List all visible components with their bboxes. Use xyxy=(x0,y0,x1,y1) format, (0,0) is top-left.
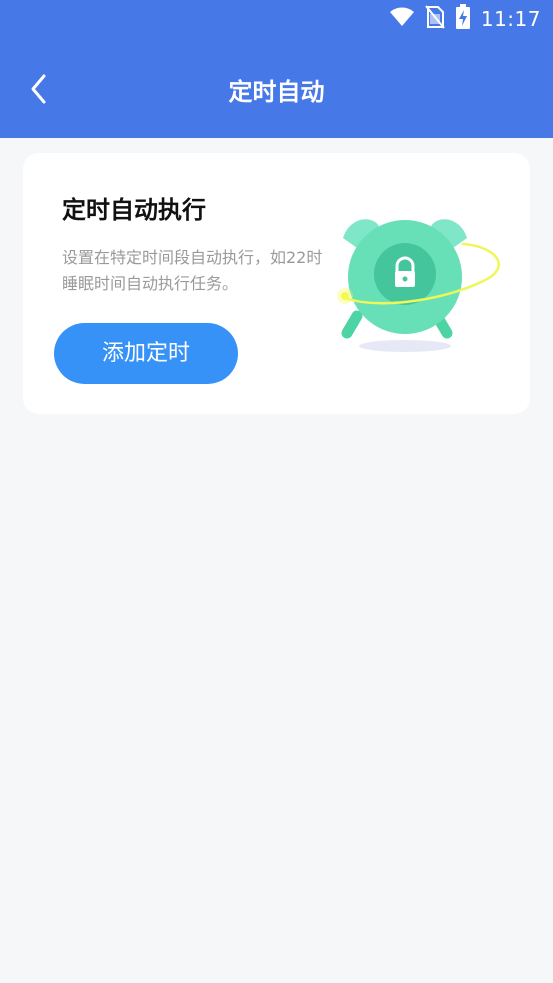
status-bar: 11:17 xyxy=(0,0,553,38)
nav-bar: 定时自动 xyxy=(0,56,553,128)
no-sim-icon xyxy=(425,5,445,33)
battery-charging-icon xyxy=(455,4,471,34)
add-timer-button[interactable]: 添加定时 xyxy=(54,323,238,384)
status-icons: 11:17 xyxy=(389,4,541,34)
card-title: 定时自动执行 xyxy=(62,196,206,224)
app-header: 11:17 定时自动 xyxy=(0,0,553,138)
timer-card: 定时自动执行 设置在特定时间段自动执行，如22时 睡眠时间自动执行任务。 添加定… xyxy=(23,153,530,414)
status-time: 11:17 xyxy=(480,7,541,31)
wifi-icon xyxy=(389,7,415,31)
page-title: 定时自动 xyxy=(228,78,325,106)
alarm-clock-lock-icon xyxy=(313,208,503,358)
